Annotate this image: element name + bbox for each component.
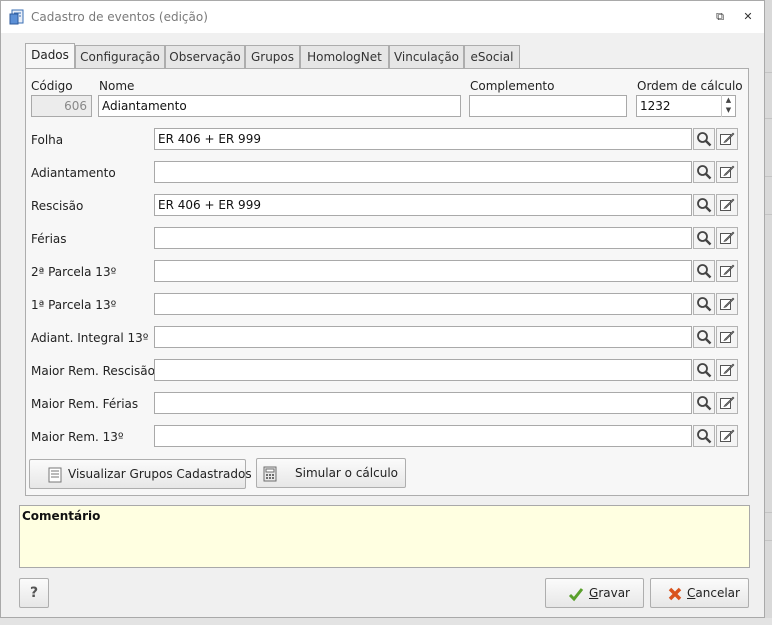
codigo-label: Código [31,79,73,93]
cancelar-label: Cancelar [687,586,740,600]
search-icon[interactable] [693,326,715,348]
search-icon[interactable] [693,128,715,150]
tab-vinculacao[interactable]: Vinculação [389,45,464,68]
complemento-label: Complemento [470,79,555,93]
check-icon [568,588,584,602]
tab-observacao[interactable]: Observação [165,45,245,68]
tab-dados[interactable]: Dados [25,43,75,68]
edit-icon[interactable] [716,227,738,249]
search-icon[interactable] [693,194,715,216]
visualizar-grupos-button[interactable]: Visualizar Grupos Cadastrados [29,459,252,489]
edit-icon[interactable] [716,359,738,381]
edit-icon[interactable] [716,194,738,216]
visualizar-label: Visualizar Grupos Cadastrados [68,467,252,481]
row-label: Rescisão [31,199,84,213]
ordem-spinner[interactable]: ▲ ▼ [721,95,735,117]
cancelar-button[interactable]: Cancelar [650,578,749,608]
edit-icon[interactable] [716,293,738,315]
restore-icon[interactable]: ⧉ [712,9,728,25]
dialog-window: Cadastro de eventos (edição) ⧉ ✕ Dados C… [0,0,765,618]
tab-homolognet[interactable]: HomologNet [300,45,389,68]
simular-calculo-button[interactable]: Simular o cálculo [256,458,406,488]
tab-esocial[interactable]: eSocial [464,45,520,68]
formula-field[interactable]: ER 406 + ER 999 [154,128,692,150]
search-icon[interactable] [693,161,715,183]
formula-field[interactable]: ER 406 + ER 999 [154,194,692,216]
row-label: Adiant. Integral 13º [31,331,149,345]
formula-field[interactable] [154,260,692,282]
edit-icon[interactable] [716,128,738,150]
spin-up-icon[interactable]: ▲ [722,95,735,105]
formula-field[interactable] [154,392,692,414]
row-label: Folha [31,133,64,147]
spin-down-icon[interactable]: ▼ [722,105,735,115]
search-icon[interactable] [693,359,715,381]
gravar-button[interactable]: Gravar [545,578,644,608]
comentario-label: Comentário [22,509,101,523]
calculator-icon [263,466,277,482]
formula-field[interactable] [154,359,692,381]
help-icon: ? [29,585,39,601]
gravar-label: Gravar [589,586,630,600]
nome-field[interactable]: Adiantamento [98,95,461,117]
edit-icon[interactable] [716,260,738,282]
row-label: 1ª Parcela 13º [31,298,117,312]
nome-label: Nome [99,79,135,93]
search-icon[interactable] [693,392,715,414]
app-icon [9,9,24,25]
formula-field[interactable] [154,425,692,447]
edit-icon[interactable] [716,392,738,414]
formula-field[interactable] [154,227,692,249]
row-label: Férias [31,232,67,246]
ordem-label: Ordem de cálculo [637,79,743,93]
search-icon[interactable] [693,293,715,315]
title-bar: Cadastro de eventos (edição) ⧉ ✕ [1,1,764,33]
edit-icon[interactable] [716,161,738,183]
tab-grupos[interactable]: Grupos [245,45,300,68]
close-icon[interactable]: ✕ [740,9,756,25]
codigo-field: 606 [31,95,92,117]
row-label: Maior Rem. 13º [31,430,124,444]
window-title: Cadastro de eventos (edição) [31,10,208,24]
tab-configuracao[interactable]: Configuração [75,45,165,68]
row-label: Maior Rem. Rescisão [31,364,155,378]
search-icon[interactable] [693,260,715,282]
comentario-area[interactable]: Comentário [19,505,750,568]
edit-icon[interactable] [716,425,738,447]
edit-icon[interactable] [716,326,738,348]
formula-field[interactable] [154,326,692,348]
row-label: 2ª Parcela 13º [31,265,117,279]
cancel-x-icon [668,587,682,601]
search-icon[interactable] [693,425,715,447]
list-icon [48,467,62,483]
complemento-field[interactable] [469,95,627,117]
row-label: Adiantamento [31,166,116,180]
row-label: Maior Rem. Férias [31,397,139,411]
formula-field[interactable] [154,161,692,183]
simular-label: Simular o cálculo [295,466,399,480]
background-window-edge [765,0,772,625]
help-button[interactable]: ? [19,578,49,608]
search-icon[interactable] [693,227,715,249]
background-bottom-edge [0,618,772,625]
formula-field[interactable] [154,293,692,315]
